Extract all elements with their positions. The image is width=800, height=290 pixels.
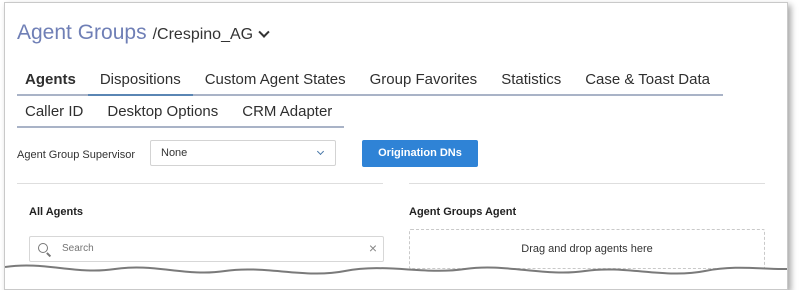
tab-case-toast-data[interactable]: Case & Toast Data (573, 69, 722, 94)
tab-custom-agent-states[interactable]: Custom Agent States (193, 69, 358, 94)
page-title: Agent Groups (17, 21, 147, 44)
agent-groups-agent-title: Agent Groups Agent (409, 206, 517, 218)
divider-left (17, 183, 383, 184)
all-agents-title: All Agents (29, 206, 83, 218)
divider-right (409, 183, 765, 184)
chevron-down-icon[interactable] (258, 26, 270, 38)
supervisor-value: None (161, 147, 188, 159)
origination-dns-button[interactable]: Origination DNs (362, 140, 478, 167)
tab-crm-adapter[interactable]: CRM Adapter (230, 101, 344, 126)
tab-agents[interactable]: Agents (17, 69, 88, 94)
tab-desktop-options[interactable]: Desktop Options (95, 101, 230, 126)
tab-dispositions[interactable]: Dispositions (87, 69, 193, 96)
tabs-secondary: Caller ID Desktop Options CRM Adapter (17, 101, 345, 128)
torn-edge (5, 264, 787, 289)
tab-group-favorites[interactable]: Group Favorites (358, 69, 490, 94)
supervisor-select[interactable]: None (150, 140, 336, 166)
tab-caller-id[interactable]: Caller ID (17, 101, 95, 126)
chevron-down-icon (316, 147, 325, 156)
supervisor-label: Agent Group Supervisor (17, 149, 136, 161)
group-selector[interactable]: /Crespino_AG (153, 26, 254, 44)
agent-groups-window: Agent Groups /Crespino_AG Agents Disposi… (4, 2, 788, 290)
tabs-primary: Agents Dispositions Custom Agent States … (17, 69, 723, 96)
tab-statistics[interactable]: Statistics (489, 69, 573, 94)
page-header: Agent Groups /Crespino_AG (17, 21, 270, 45)
